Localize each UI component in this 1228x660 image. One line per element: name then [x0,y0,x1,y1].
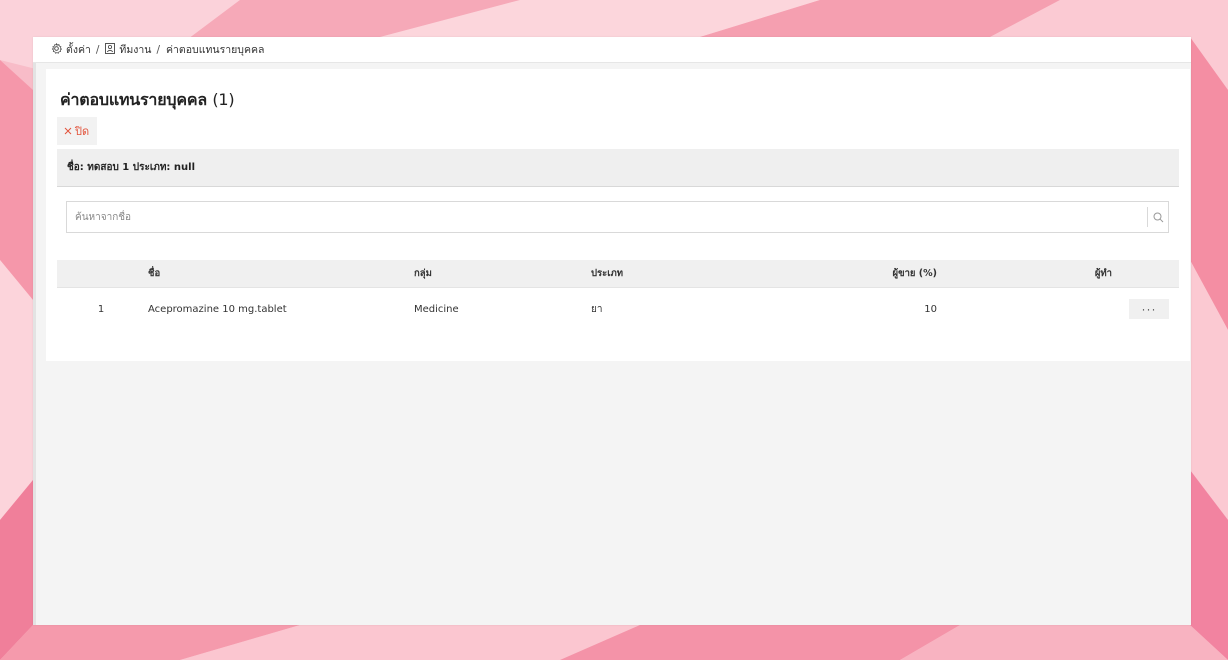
row-index: 1 [97,303,105,315]
page-title-count: (1) [212,90,235,109]
breadcrumb: ตั้งค่า / ทีมงาน / ค่าตอบแทนรายบุคคล [33,37,1191,63]
breadcrumb-item-compensation: ค่าตอบแทนรายบุคคล [166,41,264,58]
close-icon [64,125,72,138]
search-box [66,201,1169,233]
page-title-text: ค่าตอบแทนรายบุคคล [60,90,207,109]
column-header-group[interactable]: กลุ่ม [414,260,432,287]
info-text: ชื่อ: ทดสอบ 1 ประเภท: null [67,162,196,173]
left-rail [33,63,36,625]
row-seller: 10 [924,303,937,315]
breadcrumb-item-settings[interactable]: ตั้งค่า [51,41,91,58]
gear-icon [51,42,63,57]
person-icon [105,42,116,57]
more-options-button[interactable]: ··· [1129,299,1169,319]
compensation-table: ชื่อ กลุ่ม ประเภท ผู้ขาย (%) ผู้ทำ 1 Ace… [57,260,1179,330]
column-header-name[interactable]: ชื่อ [148,260,160,287]
row-name: Acepromazine 10 mg.tablet [148,303,287,315]
content-card: ค่าตอบแทนรายบุคคล (1) ปิด ชื่อ: ทดสอบ 1 … [46,69,1190,361]
breadcrumb-label-team: ทีมงาน [119,44,152,56]
column-header-type[interactable]: ประเภท [591,260,623,287]
breadcrumb-item-team[interactable]: ทีมงาน [105,41,151,58]
table-header: ชื่อ กลุ่ม ประเภท ผู้ขาย (%) ผู้ทำ [57,260,1179,288]
row-group: Medicine [414,303,459,315]
ellipsis-icon: ··· [1141,302,1157,316]
search-button[interactable] [1147,207,1168,227]
breadcrumb-label-settings: ตั้งค่า [66,44,91,56]
page-title: ค่าตอบแทนรายบุคคล (1) [60,88,235,113]
breadcrumb-separator: / [156,43,161,56]
search-input[interactable] [67,203,1147,231]
breadcrumb-label-compensation: ค่าตอบแทนรายบุคคล [166,44,265,56]
search-icon [1153,208,1164,227]
breadcrumb-separator: / [95,43,100,56]
close-label: ปิด [75,125,90,138]
close-button[interactable]: ปิด [57,117,98,145]
column-header-seller[interactable]: ผู้ขาย (%) [893,260,937,287]
column-header-action[interactable]: ผู้ทำ [1095,260,1112,287]
row-type: ยา [591,303,603,315]
info-bar: ชื่อ: ทดสอบ 1 ประเภท: null [57,149,1179,187]
app-window: ตั้งค่า / ทีมงาน / ค่าตอบแทนรายบุคคล ค่า… [33,37,1191,625]
table-row: 1 Acepromazine 10 mg.tablet Medicine ยา … [57,288,1179,330]
row-actions: ··· [1129,288,1169,330]
